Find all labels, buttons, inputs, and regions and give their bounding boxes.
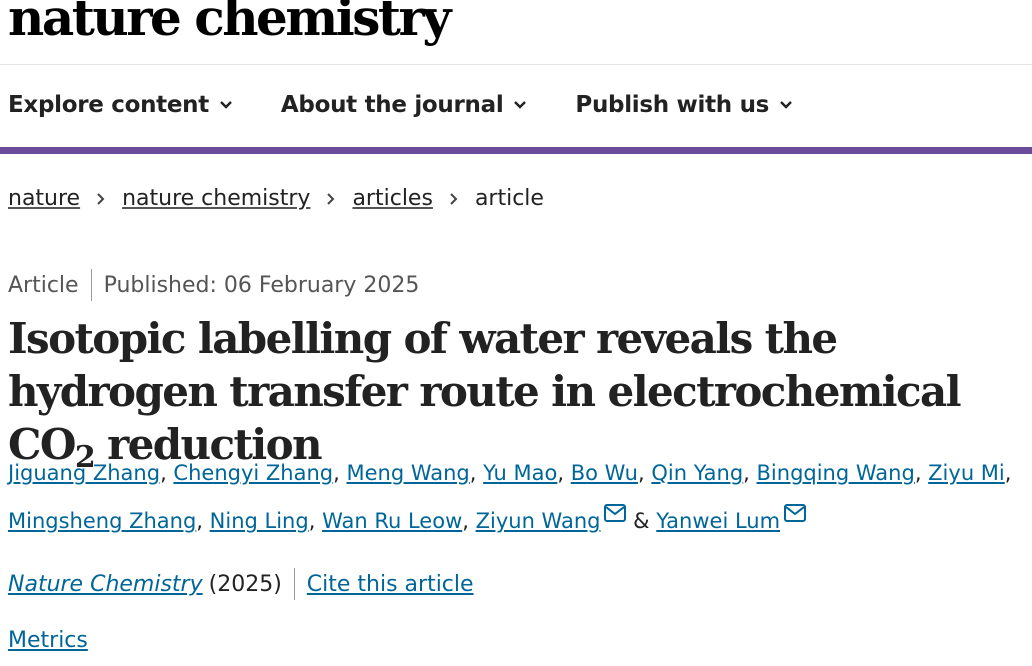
article-title: Isotopic labelling of water reveals the … xyxy=(8,312,1028,473)
author-link[interactable]: Yanwei Lum xyxy=(656,509,780,533)
chevron-down-icon xyxy=(780,101,792,109)
chevron-down-icon xyxy=(220,101,232,109)
article-meta: Article Published: 06 February 2025 xyxy=(8,269,419,301)
author-link[interactable]: Chengyi Zhang xyxy=(173,461,333,485)
published-date: Published: 06 February 2025 xyxy=(103,272,420,298)
metrics-link[interactable]: Metrics xyxy=(8,628,88,653)
chevron-down-icon xyxy=(514,101,527,109)
journal-name-link[interactable]: Nature Chemistry xyxy=(8,572,203,597)
publication-year: (2025) xyxy=(208,571,282,597)
author-link[interactable]: Meng Wang xyxy=(346,461,469,485)
nav-about-journal-label: About the journal xyxy=(280,92,504,118)
breadcrumb-current: article xyxy=(474,186,544,211)
chevron-right-icon xyxy=(97,192,105,205)
author-list: Jiguang Zhang, Chengyi Zhang, Meng Wang,… xyxy=(8,461,1012,533)
breadcrumb-nature-chemistry[interactable]: nature chemistry xyxy=(122,186,310,211)
author-link[interactable]: Ziyun Wang xyxy=(476,509,601,533)
author-link[interactable]: Jiguang Zhang xyxy=(8,461,160,485)
nav-explore-content[interactable]: Explore content xyxy=(8,92,233,118)
author-link[interactable]: Qin Yang xyxy=(651,461,743,485)
nav-publish-with-us-label: Publish with us xyxy=(575,92,770,118)
breadcrumb-nature[interactable]: nature xyxy=(8,186,80,211)
author-link[interactable]: Ning Ling xyxy=(210,509,309,533)
main-nav: Explore content About the journal Publis… xyxy=(8,92,841,118)
mail-icon[interactable] xyxy=(784,504,807,522)
author-link[interactable]: Ziyu Mi xyxy=(928,461,1005,485)
chevron-right-icon xyxy=(327,192,335,205)
article-type: Article xyxy=(8,272,79,298)
nav-publish-with-us[interactable]: Publish with us xyxy=(575,92,793,118)
meta-divider xyxy=(90,269,92,301)
author-link[interactable]: Yu Mao xyxy=(483,461,557,485)
header-divider xyxy=(0,64,1032,65)
citation-divider xyxy=(293,568,295,600)
nav-about-journal[interactable]: About the journal xyxy=(281,92,528,118)
breadcrumb: nature nature chemistry articles article xyxy=(8,186,544,211)
journal-citation: Nature Chemistry (2025) Cite this articl… xyxy=(8,568,474,600)
author-link[interactable]: Bingqing Wang xyxy=(757,461,915,485)
chevron-right-icon xyxy=(450,192,458,205)
author-link[interactable]: Mingsheng Zhang xyxy=(8,509,196,533)
cite-article-link[interactable]: Cite this article xyxy=(307,572,474,597)
journal-logo[interactable]: nature chemistry xyxy=(8,0,451,48)
mail-icon[interactable] xyxy=(604,504,627,522)
nav-accent-bar xyxy=(0,147,1032,154)
author-link[interactable]: Wan Ru Leow xyxy=(322,509,462,533)
author-ampersand: & xyxy=(633,509,650,533)
breadcrumb-articles[interactable]: articles xyxy=(352,186,432,211)
author-link[interactable]: Bo Wu xyxy=(571,461,638,485)
nav-explore-content-label: Explore content xyxy=(8,92,209,118)
